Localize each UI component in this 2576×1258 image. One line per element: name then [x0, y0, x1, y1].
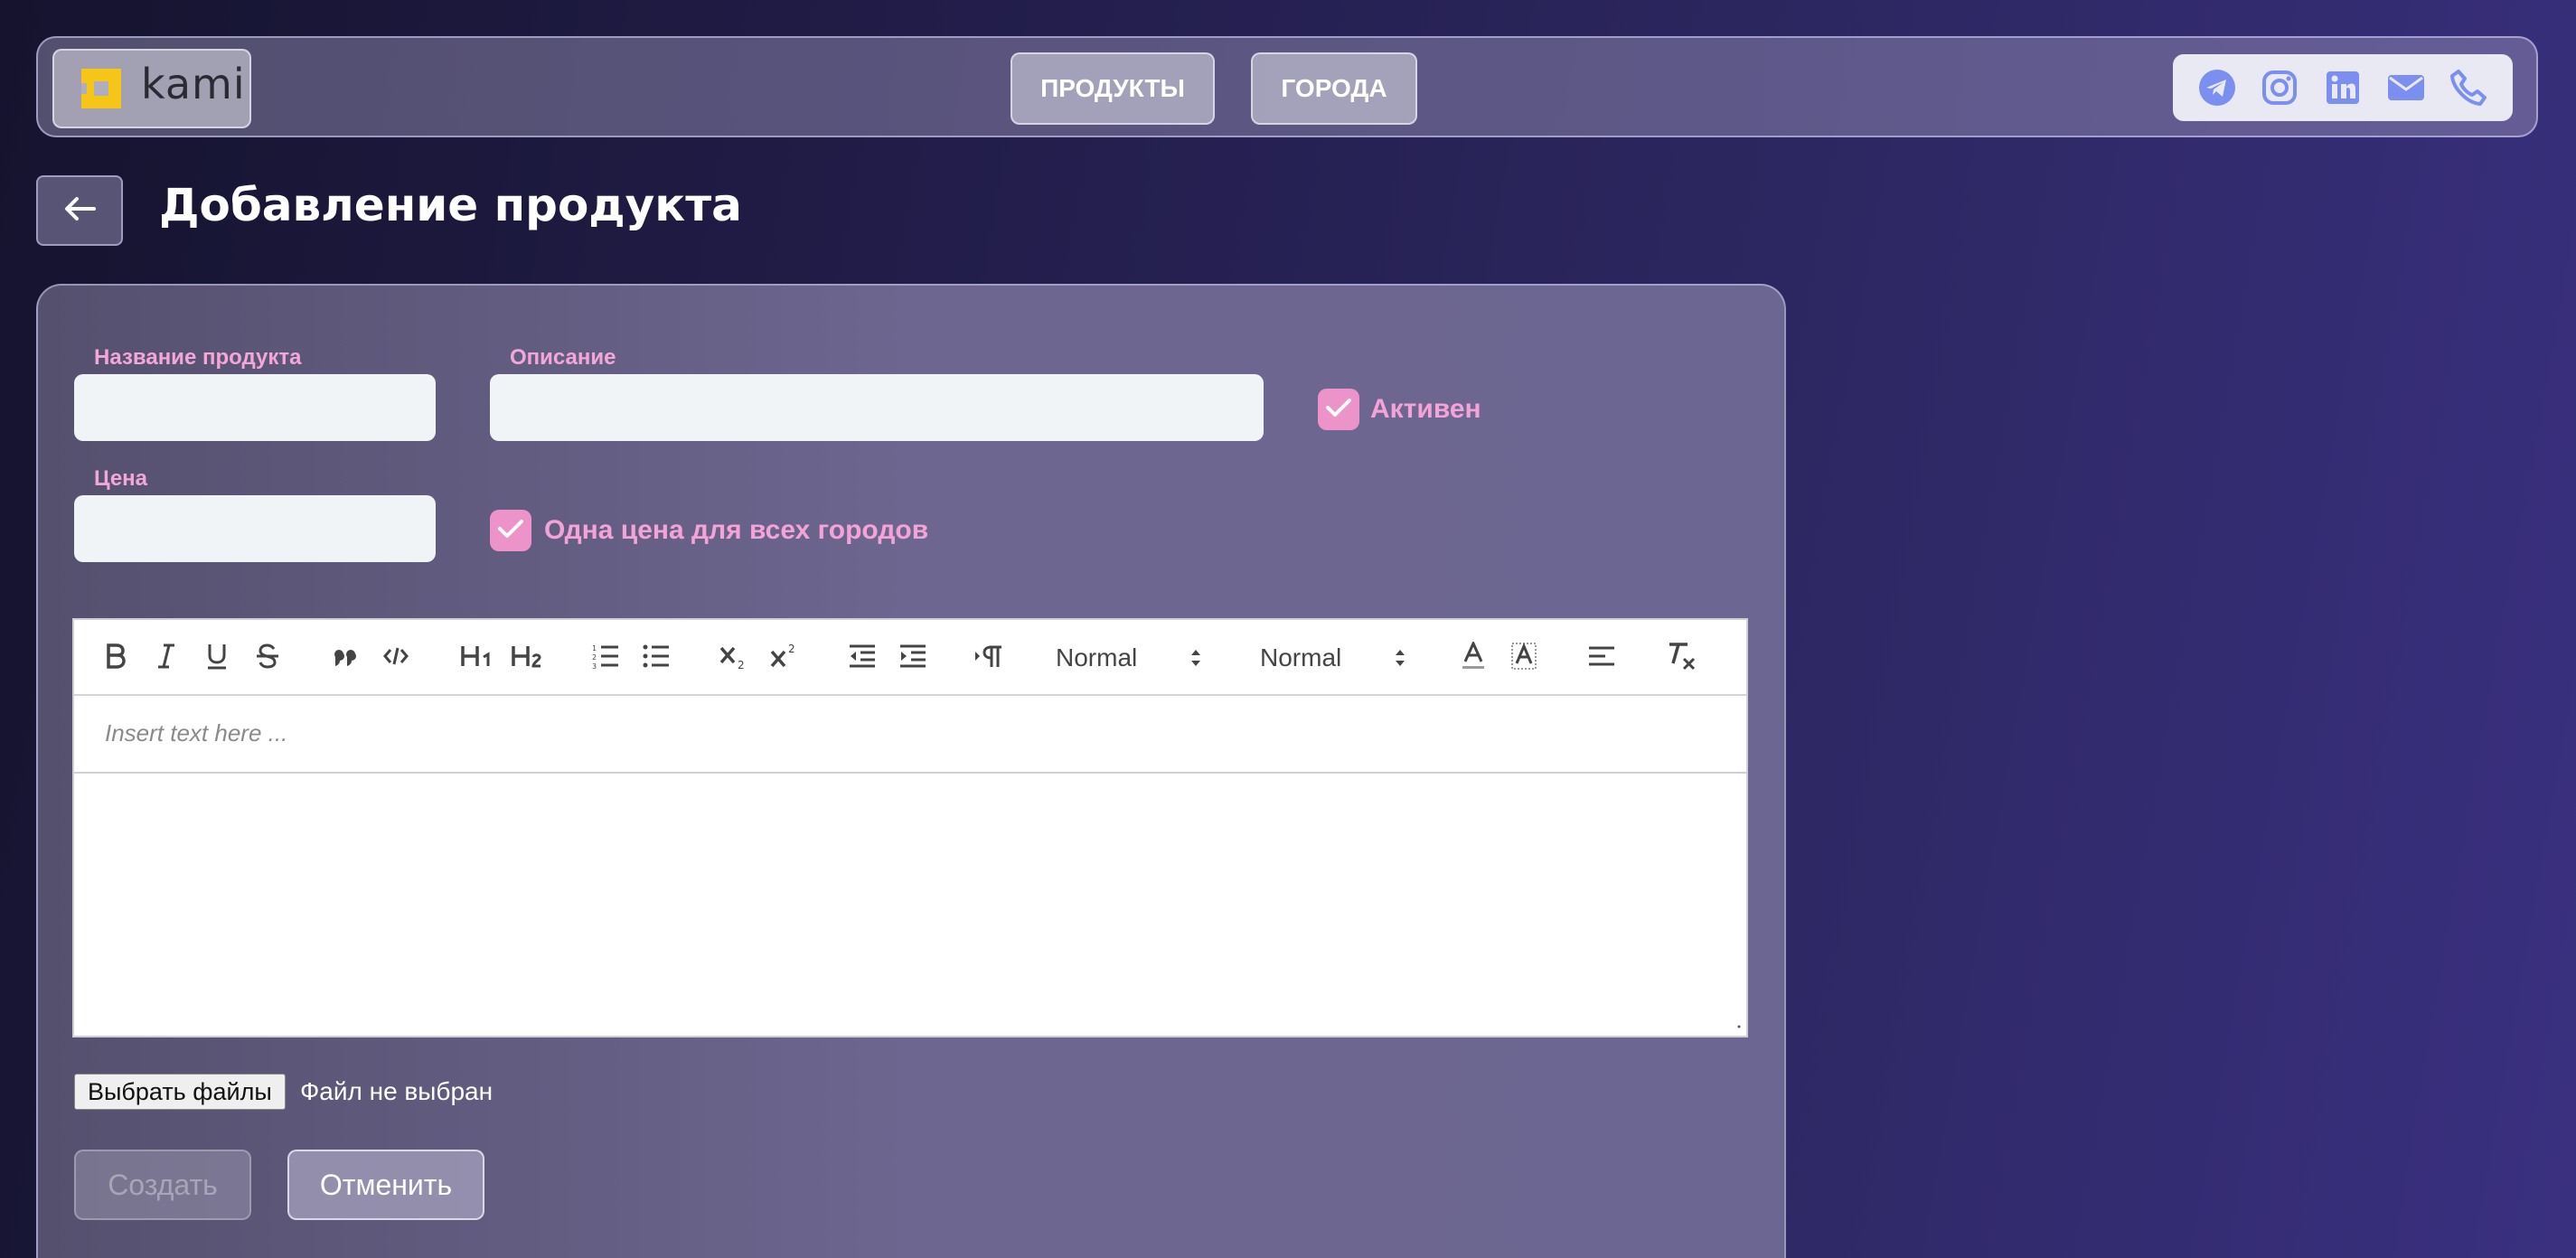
superscript-icon[interactable]: 2 [765, 636, 804, 676]
editor-text-area[interactable]: Insert text here ... [105, 719, 287, 747]
back-button[interactable] [36, 175, 123, 246]
one-price-checkbox[interactable] [490, 510, 531, 551]
price-input[interactable] [74, 495, 436, 562]
select-arrows-icon [1394, 645, 1406, 677]
checkmark-icon [497, 518, 524, 543]
description-label: Описание [510, 345, 616, 370]
bullet-list-icon[interactable] [636, 636, 676, 676]
text-direction-icon[interactable] [969, 636, 1009, 676]
bold-icon[interactable] [96, 636, 136, 676]
cancel-button[interactable]: Отменить [287, 1150, 484, 1220]
telegram-icon[interactable] [2196, 67, 2238, 108]
header-select[interactable]: Normal [1056, 638, 1218, 678]
instagram-icon[interactable] [2259, 67, 2300, 108]
create-button[interactable]: Создать [74, 1150, 251, 1220]
page-title: Добавление продукта [159, 179, 742, 231]
align-left-icon[interactable] [1582, 636, 1622, 676]
social-links [2173, 54, 2513, 121]
background-color-icon[interactable] [1504, 636, 1544, 676]
svg-text:2: 2 [592, 653, 597, 662]
ordered-list-icon[interactable]: 123 [586, 636, 625, 676]
rich-text-editor: 123 2 2 Normal Normal Insert text here .… [72, 618, 1748, 1037]
active-checkbox-label: Активен [1370, 394, 1481, 424]
checkmark-icon [1325, 397, 1352, 422]
heading-2-icon[interactable] [504, 636, 553, 676]
editor-divider [74, 772, 1746, 774]
svg-text:2: 2 [788, 643, 795, 655]
heading-1-icon[interactable] [454, 636, 503, 676]
product-name-label: Название продукта [94, 345, 302, 370]
brand-name: kami [141, 60, 246, 108]
resize-handle-icon[interactable] [1735, 1017, 1743, 1034]
underline-icon[interactable] [197, 636, 237, 676]
header-select-value: Normal [1056, 643, 1138, 671]
editor-toolbar: 123 2 2 Normal Normal [74, 620, 1746, 696]
italic-icon[interactable] [146, 636, 186, 676]
svg-text:2: 2 [738, 659, 745, 670]
arrow-left-icon [63, 195, 96, 226]
font-size-select[interactable]: Normal [1260, 638, 1423, 678]
description-input[interactable] [490, 374, 1264, 441]
text-color-icon[interactable] [1453, 636, 1493, 676]
clear-formatting-icon[interactable] [1661, 636, 1701, 676]
linkedin-icon[interactable] [2322, 67, 2364, 108]
select-arrows-icon [1189, 645, 1202, 677]
product-name-input[interactable] [74, 374, 436, 441]
price-label: Цена [94, 466, 148, 491]
strikethrough-icon[interactable] [248, 636, 287, 676]
font-size-select-value: Normal [1260, 643, 1342, 671]
active-checkbox[interactable] [1318, 389, 1359, 430]
file-status-text: Файл не выбран [300, 1077, 494, 1105]
logo-home-link[interactable]: kami [52, 49, 251, 128]
top-navigation-bar: kami ПРОДУКТЫ ГОРОДА [36, 36, 2538, 137]
one-price-checkbox-label: Одна цена для всех городов [544, 515, 929, 545]
kami-logo-icon [78, 65, 125, 112]
nav-products-button[interactable]: ПРОДУКТЫ [1011, 52, 1215, 125]
code-block-icon[interactable] [376, 636, 416, 676]
svg-text:1: 1 [592, 644, 597, 652]
outdent-icon[interactable] [842, 636, 882, 676]
svg-text:3: 3 [592, 662, 597, 669]
blockquote-icon[interactable] [325, 636, 365, 676]
nav-cities-button[interactable]: ГОРОДА [1251, 52, 1417, 125]
mail-icon[interactable] [2385, 67, 2427, 108]
phone-icon[interactable] [2448, 67, 2489, 108]
indent-icon[interactable] [893, 636, 933, 676]
choose-files-button[interactable]: Выбрать файлы [74, 1074, 286, 1110]
subscript-icon[interactable]: 2 [714, 636, 754, 676]
